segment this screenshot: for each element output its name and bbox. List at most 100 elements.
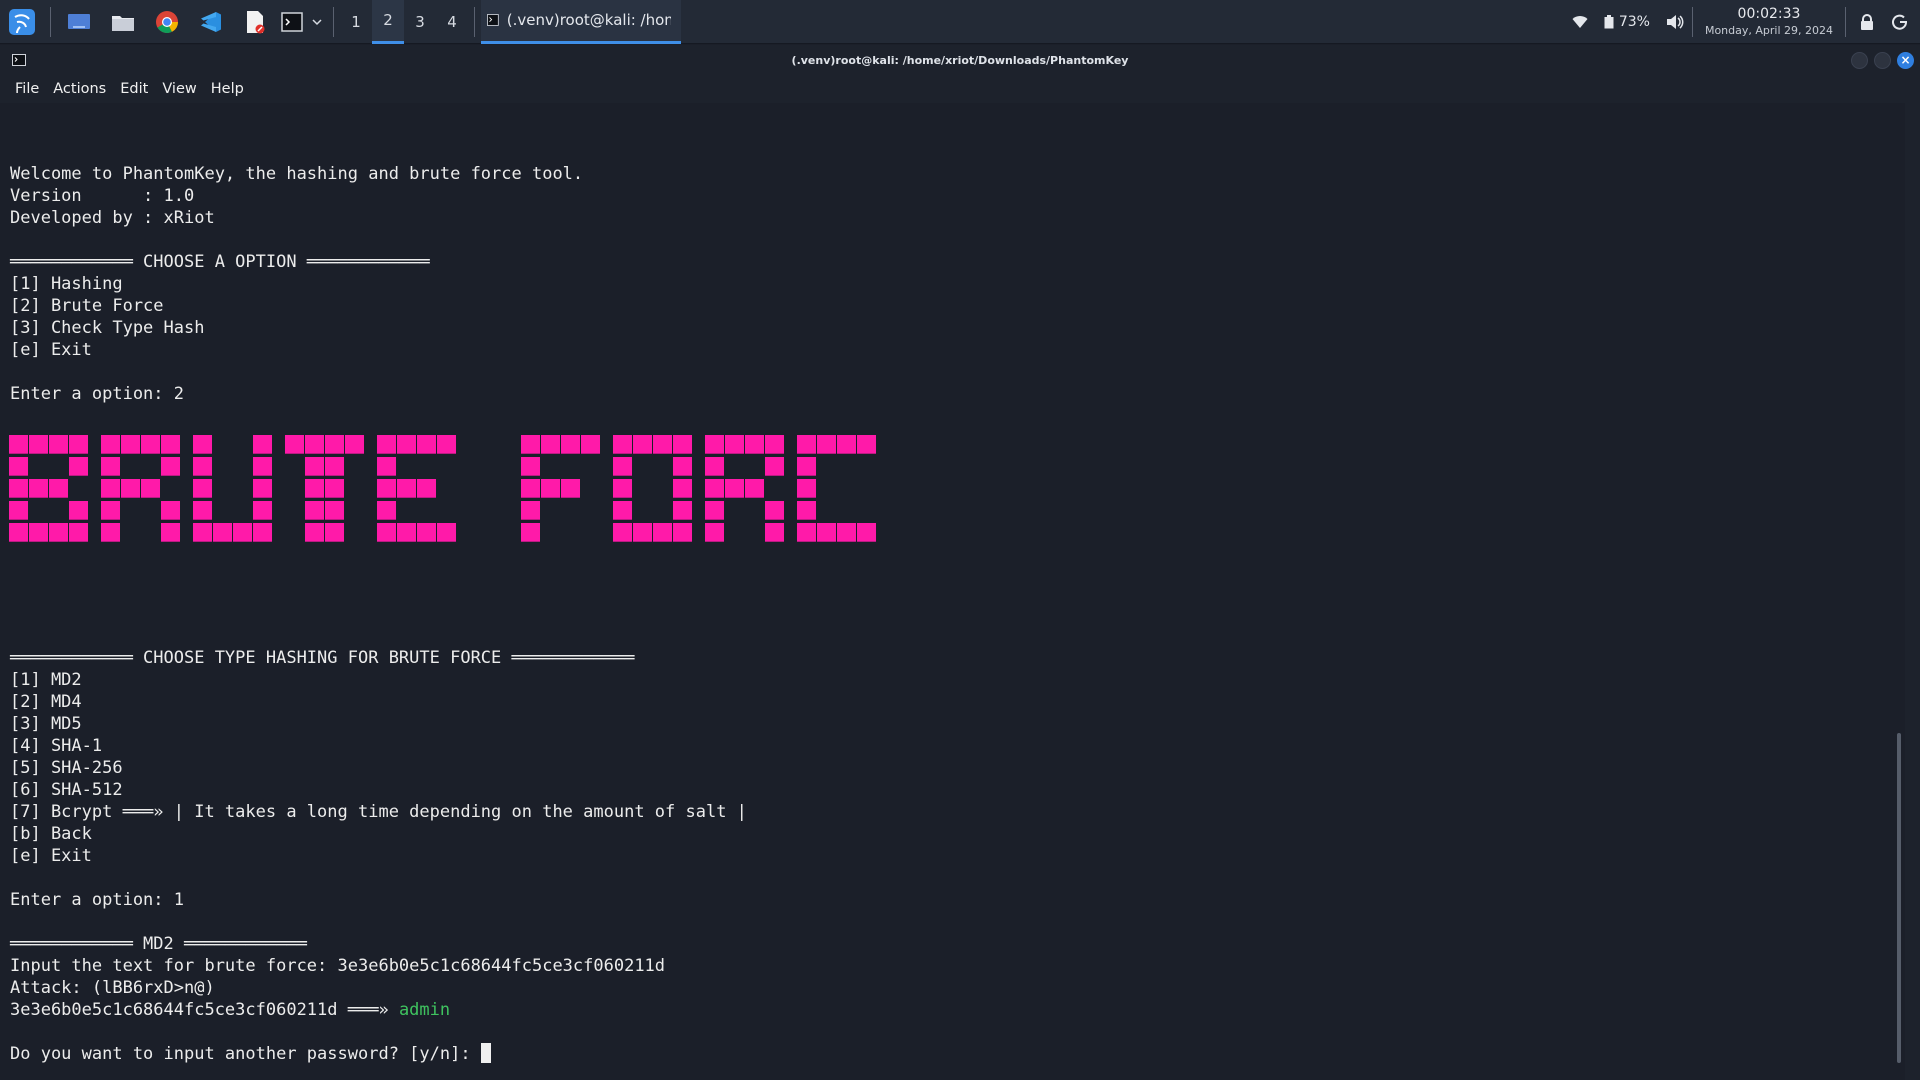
- terminal-output[interactable]: Welcome to PhantomKey, the hashing and b…: [0, 103, 1905, 1080]
- hash-option-line: [1] MD2: [10, 670, 82, 690]
- banner-block: [837, 435, 856, 454]
- option-line: [3] Check Type Hash: [10, 318, 205, 338]
- banner-block: [745, 435, 764, 454]
- clock-date: Monday, April 29, 2024: [1704, 24, 1833, 37]
- terminal-scrollbar[interactable]: [1897, 733, 1901, 1063]
- banner-block: [633, 435, 652, 454]
- hash-option-line: [7] Bcrypt ═══» | It takes a long time d…: [10, 802, 747, 822]
- battery-percent: 73%: [1618, 14, 1650, 30]
- banner-block: [29, 523, 48, 542]
- banner-block: [417, 523, 436, 542]
- banner-block: [161, 523, 180, 542]
- banner-block: [9, 435, 28, 454]
- battery-indicator[interactable]: 73%: [1596, 0, 1658, 44]
- banner-block: [765, 523, 784, 542]
- banner-block: [193, 479, 212, 498]
- taskbar-window-title: (.venv)root@kali: /home...: [506, 11, 671, 29]
- hash-option-line: [6] SHA-512: [10, 780, 123, 800]
- banner-block: [101, 479, 120, 498]
- banner-block: [161, 501, 180, 520]
- hash-option-line: [e] Exit: [10, 846, 92, 866]
- terminal-icon: [487, 14, 499, 26]
- vscode-icon[interactable]: [189, 0, 233, 44]
- prompt-text: Do you want to input another password? […: [10, 1044, 481, 1064]
- banner-block: [613, 435, 632, 454]
- workspace-4[interactable]: 4: [436, 0, 468, 44]
- volume-icon[interactable]: [1658, 0, 1692, 44]
- banner-block: [305, 457, 324, 476]
- menu-actions[interactable]: Actions: [46, 81, 113, 97]
- chevron-down-icon[interactable]: [307, 0, 327, 44]
- banner-block: [325, 457, 344, 476]
- banner-block: [305, 501, 324, 520]
- banner-block: [653, 435, 672, 454]
- result-password: admin: [398, 1000, 451, 1020]
- wifi-icon[interactable]: [1564, 0, 1596, 44]
- panel-separator: [474, 6, 475, 37]
- result-line: 3e3e6b0e5c1c68644fc5ce3cf060211d ═══» ad…: [10, 999, 450, 1021]
- banner-block: [325, 479, 344, 498]
- banner-block: [417, 479, 436, 498]
- banner-block: [9, 479, 28, 498]
- panel-separator: [333, 6, 334, 37]
- banner-block: [521, 479, 540, 498]
- workspace-3[interactable]: 3: [404, 0, 436, 44]
- menu-edit[interactable]: Edit: [113, 81, 155, 97]
- hash-option-line: [b] Back: [10, 824, 92, 844]
- banner-block: [653, 523, 672, 542]
- banner-block: [765, 435, 784, 454]
- kali-menu-icon[interactable]: [0, 0, 44, 44]
- menu-header: ════════════ CHOOSE A OPTION ═══════════…: [10, 252, 430, 272]
- lock-icon[interactable]: [1846, 0, 1888, 44]
- banner-block: [101, 457, 120, 476]
- banner-block: [69, 501, 88, 520]
- banner-block: [121, 435, 140, 454]
- terminal-launcher-icon[interactable]: [277, 0, 307, 44]
- text-editor-icon[interactable]: [233, 0, 277, 44]
- banner-block: [541, 479, 560, 498]
- banner-block: [49, 479, 68, 498]
- close-button[interactable]: ×: [1897, 52, 1914, 69]
- banner-block: [613, 523, 632, 542]
- banner-block: [417, 435, 436, 454]
- workspace-1[interactable]: 1: [340, 0, 372, 44]
- banner-block: [673, 435, 692, 454]
- maximize-button[interactable]: [1874, 52, 1891, 69]
- menu-help[interactable]: Help: [204, 81, 251, 97]
- file-manager-icon[interactable]: [101, 0, 145, 44]
- minimize-button[interactable]: [1851, 52, 1868, 69]
- banner-block: [325, 501, 344, 520]
- brute-input-line: Input the text for brute force: 3e3e6b0e…: [10, 956, 666, 976]
- workspace-2[interactable]: 2: [372, 0, 404, 44]
- banner-block: [101, 523, 120, 542]
- welcome-line: Welcome to PhantomKey, the hashing and b…: [10, 164, 584, 184]
- developer-line: Developed by : xRiot: [10, 208, 215, 228]
- banner-block: [193, 523, 212, 542]
- menu-view[interactable]: View: [155, 81, 203, 97]
- logout-icon[interactable]: [1888, 0, 1920, 44]
- banner-block: [613, 479, 632, 498]
- banner-block: [705, 479, 724, 498]
- banner-block: [377, 435, 396, 454]
- prompt-line[interactable]: Do you want to input another password? […: [10, 1043, 491, 1065]
- banner-block: [253, 435, 272, 454]
- banner-block: [193, 435, 212, 454]
- option-line: [2] Brute Force: [10, 296, 164, 316]
- banner-block: [377, 479, 396, 498]
- window-titlebar[interactable]: (.venv)root@kali: /home/xriot/Downloads/…: [0, 45, 1920, 75]
- clock[interactable]: 00:02:33 Monday, April 29, 2024: [1693, 5, 1845, 39]
- banner-block: [193, 457, 212, 476]
- menu-file[interactable]: File: [8, 81, 46, 97]
- window-title: (.venv)root@kali: /home/xriot/Downloads/…: [791, 53, 1129, 67]
- banner-block: [9, 523, 28, 542]
- banner-block: [161, 457, 180, 476]
- banner-block: [857, 523, 876, 542]
- option-line: [e] Exit: [10, 340, 92, 360]
- top-panel: 1 2 3 4 (.venv)root@kali: /home... 73% 0…: [0, 0, 1920, 44]
- banner-block: [325, 523, 344, 542]
- option-input-line: Enter a option: 1: [10, 890, 184, 910]
- taskbar-terminal-window[interactable]: (.venv)root@kali: /home...: [481, 0, 681, 44]
- chrome-icon[interactable]: [145, 0, 189, 44]
- show-desktop-icon[interactable]: [57, 0, 101, 44]
- banner-block: [377, 523, 396, 542]
